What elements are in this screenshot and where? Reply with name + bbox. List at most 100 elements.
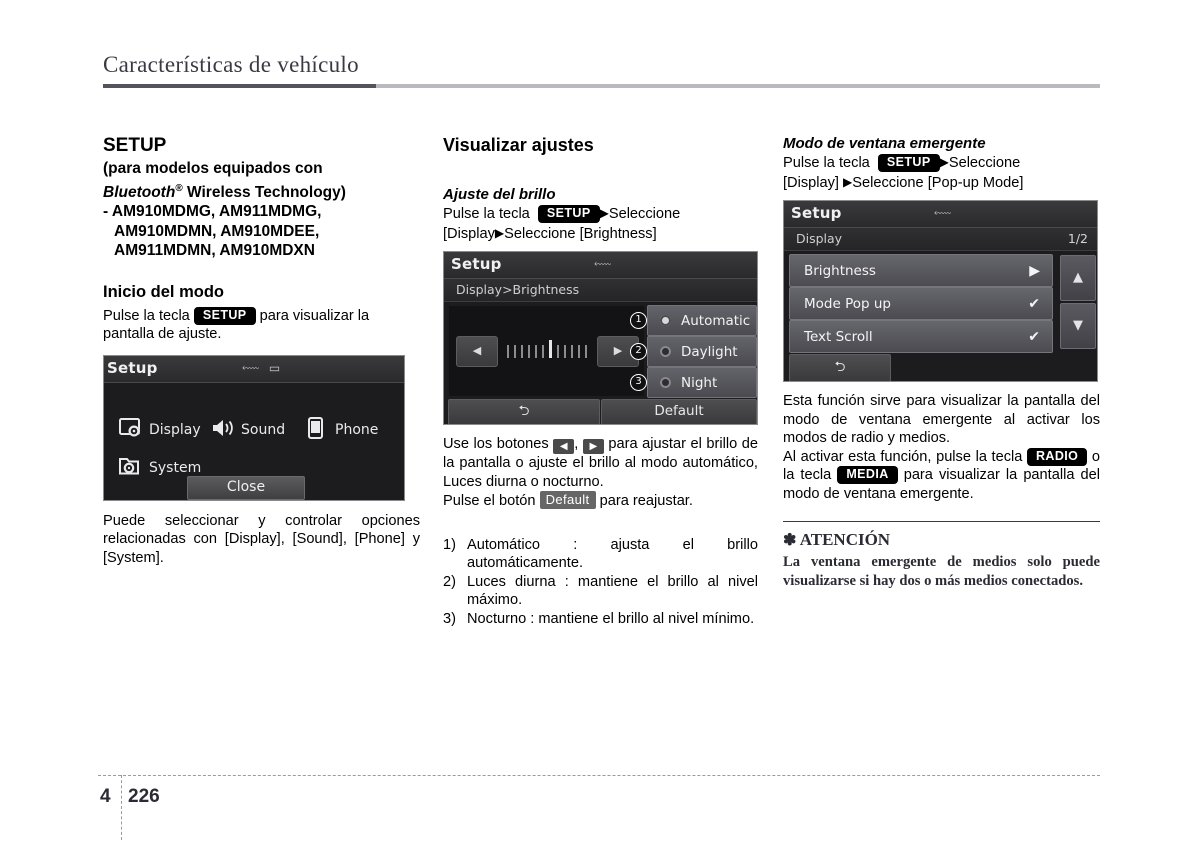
tick bbox=[564, 345, 566, 358]
inicio-del-modo-heading: Inicio del modo bbox=[103, 282, 225, 301]
device-tile-system-label: System bbox=[149, 459, 202, 476]
header-rule-dark bbox=[103, 84, 376, 88]
left-column-caption: Puede seleccionar y controlar opciones r… bbox=[103, 512, 420, 566]
use-los-botones-text: Use los botones bbox=[443, 436, 549, 452]
tick bbox=[585, 345, 587, 358]
tick bbox=[557, 345, 559, 358]
device-title-brightness: Setup bbox=[451, 255, 502, 273]
footer-chapter-number: 4 bbox=[100, 786, 111, 807]
tick bbox=[521, 345, 523, 358]
brightness-option-daylight-label: Daylight bbox=[681, 343, 738, 360]
bluetooth-word: Bluetooth bbox=[103, 183, 176, 201]
back-arrow-icon: ⮌ bbox=[518, 403, 530, 419]
device-title-bar-brightness: Setup ⬳ bbox=[444, 252, 757, 279]
usb-status-icon-list: ⬳ bbox=[934, 206, 955, 220]
radio-key-badge: RADIO bbox=[1026, 447, 1088, 466]
brightness-modes-list: 1) Automático : ajusta el brillo automáti… bbox=[443, 536, 758, 629]
device-breadcrumb-list: Display bbox=[796, 231, 843, 246]
brightness-decrease-button[interactable]: ◀ bbox=[456, 336, 498, 367]
callout-1: 1 bbox=[630, 312, 647, 329]
left-column: SETUP (para modelos equipados con Blueto… bbox=[103, 135, 420, 567]
device-tile-sound[interactable]: Sound bbox=[210, 417, 285, 439]
path-arrow-icon-1: ▶ bbox=[599, 206, 609, 220]
inicio-del-modo-paragraph: Pulse la tecla SETUP para visualizar la … bbox=[103, 306, 420, 344]
brightness-option-night[interactable]: Night bbox=[647, 367, 757, 398]
wireless-tech-text: Wireless Technology) bbox=[182, 183, 346, 201]
brightness-option-daylight[interactable]: Daylight bbox=[647, 336, 757, 367]
pulse-la-tecla-text: Pulse la tecla bbox=[103, 307, 190, 324]
model-line-2: AM910MDMN, AM910MDEE, bbox=[114, 222, 320, 240]
device-page-indicator: 1/2 bbox=[1067, 231, 1088, 246]
seleccione-brightness-text: Seleccione [Brightness] bbox=[504, 225, 657, 242]
middle-column: Visualizar ajustes Ajuste del brillo Pul… bbox=[443, 135, 758, 628]
footer-page-number: 226 bbox=[128, 786, 160, 807]
subheading-line-1: (para modelos equipados con bbox=[103, 160, 323, 177]
tick-current bbox=[549, 340, 552, 358]
device-title-bar-list: Setup ⬳ bbox=[784, 201, 1097, 228]
list-row-brightness[interactable]: Brightness ▶ bbox=[789, 254, 1053, 287]
usb-status-icon-brightness: ⬳ bbox=[594, 257, 615, 271]
device-tile-display-label: Display bbox=[149, 421, 201, 438]
tick bbox=[528, 345, 530, 358]
setup-heading: SETUP bbox=[103, 135, 167, 156]
caution-title: ATENCIÓN bbox=[799, 530, 891, 549]
tick bbox=[535, 345, 537, 358]
device-title: Setup bbox=[107, 358, 158, 377]
pulse-el-boton-text: Pulse el botón bbox=[443, 493, 536, 509]
device-tile-phone[interactable]: Phone bbox=[304, 416, 379, 439]
device-close-button[interactable]: Close bbox=[187, 475, 305, 500]
para-reajustar-text: para reajustar. bbox=[599, 493, 693, 509]
setup-key-badge-right: SETUP bbox=[877, 154, 940, 172]
media-key-badge: MEDIA bbox=[837, 466, 898, 484]
setup-home-screenshot: Setup ⬳ ▭ Display Sound Phone System Clo… bbox=[103, 354, 405, 501]
list-item-text: Nocturno : mantiene el brillo al nivel m… bbox=[467, 610, 755, 627]
device-default-button[interactable]: Default bbox=[601, 399, 757, 424]
popup-description-paragraph-1: Esta función sirve para visualizar la pa… bbox=[783, 393, 1100, 446]
list-row-text-scroll[interactable]: Text Scroll ✔ bbox=[789, 320, 1053, 353]
tick bbox=[542, 345, 544, 358]
pulse-la-tecla-text-right: Pulse la tecla bbox=[783, 155, 870, 171]
list-row-mode-popup[interactable]: Mode Pop up ✔ bbox=[789, 287, 1053, 320]
tick bbox=[571, 345, 573, 358]
speaker-icon bbox=[210, 417, 236, 439]
pulse-la-tecla-text-mid: Pulse la tecla bbox=[443, 206, 530, 222]
list-item-text: Luces diurna : mantiene el brillo al niv… bbox=[467, 573, 758, 609]
radio-automatic bbox=[660, 314, 671, 326]
display-bracket-text-right: [Display] bbox=[783, 174, 839, 191]
scroll-down-button[interactable]: ▼ bbox=[1060, 303, 1096, 349]
path-arrow-icon-2: ▶ bbox=[494, 225, 505, 240]
device-tile-system[interactable]: System bbox=[118, 455, 201, 477]
caution-heading: ✽ ATENCIÓN bbox=[783, 530, 1100, 550]
list-item: 1) Automático : ajusta el brillo automáti… bbox=[443, 536, 758, 573]
device-tile-phone-label: Phone bbox=[335, 421, 379, 438]
visualizar-ajustes-heading: Visualizar ajustes bbox=[443, 135, 594, 155]
brightness-option-automatic-label: Automatic bbox=[681, 312, 751, 329]
chapter-title: Características de vehículo bbox=[103, 52, 359, 77]
list-row-text-scroll-label: Text Scroll bbox=[804, 328, 873, 345]
tick bbox=[514, 345, 516, 358]
popup-description-paragraph-2: Al activar esta función, pulse la tecla … bbox=[783, 447, 1100, 504]
usb-and-media-status-icons: ⬳ ▭ bbox=[242, 360, 284, 375]
device-body: Display Sound Phone System Close bbox=[104, 383, 404, 500]
brightness-option-automatic[interactable]: Automatic bbox=[647, 305, 757, 336]
folder-gear-icon bbox=[118, 455, 144, 477]
para-visualizar-text: para visualizar la pantalla del modo de … bbox=[783, 467, 1100, 502]
seleccione-text-mid: Seleccione bbox=[608, 206, 681, 222]
scroll-up-button[interactable]: ▲ bbox=[1060, 255, 1096, 301]
left-arrow-button-icon: ◀ bbox=[553, 439, 575, 454]
tick bbox=[507, 345, 509, 358]
display-bracket-text: [Display bbox=[443, 225, 495, 242]
list-item: 3) Nocturno : mantiene el brillo al nivel… bbox=[443, 610, 758, 629]
device-back-button[interactable]: ⮌ bbox=[448, 399, 600, 424]
display-list-screenshot: Setup ⬳ Display 1/2 Brightness ▶ Mode Po… bbox=[783, 200, 1098, 382]
chevron-right-icon: ▶ bbox=[1029, 262, 1040, 279]
path-arrow-icon-3: ▶ bbox=[939, 155, 949, 169]
path-arrow-icon-4: ▶ bbox=[843, 174, 853, 189]
device-body-list: Brightness ▶ Mode Pop up ✔ Text Scroll ✔… bbox=[784, 251, 1097, 381]
comma-separator: , bbox=[574, 436, 579, 452]
device-tile-display[interactable]: Display bbox=[118, 417, 201, 439]
display-gear-icon bbox=[118, 417, 144, 439]
device-back-button-list[interactable]: ⮌ bbox=[789, 354, 891, 381]
popup-path-paragraph: Pulse la tecla SETUP ▶Seleccione [Display]… bbox=[783, 153, 1100, 192]
back-arrow-icon-2: ⮌ bbox=[834, 359, 846, 375]
